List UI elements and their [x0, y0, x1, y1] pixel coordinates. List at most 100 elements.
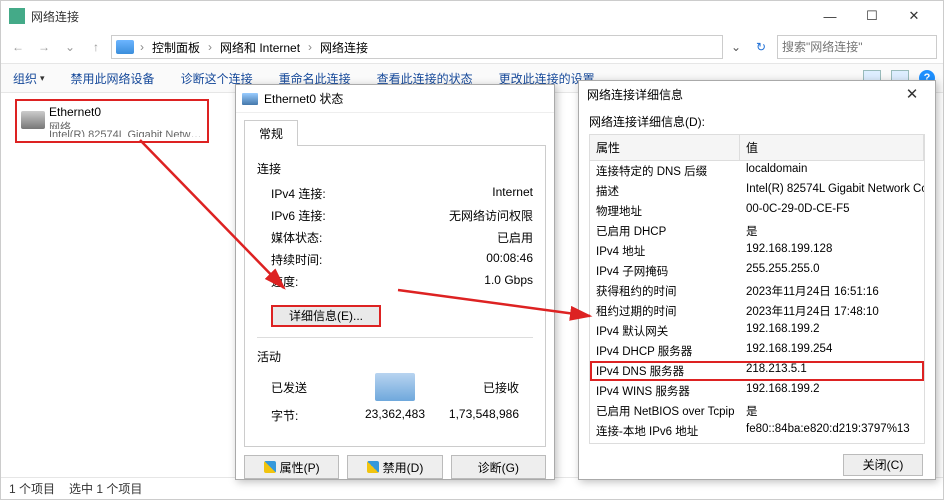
connection-section-label: 连接: [257, 160, 533, 177]
prop-cell: IPv6 默认网关: [590, 441, 740, 444]
activity-section-label: 活动: [257, 348, 533, 365]
val-cell: 192.168.199.2: [740, 381, 924, 401]
prop-cell: 连接-本地 IPv6 地址: [590, 421, 740, 441]
item-count: 1 个项目: [9, 480, 55, 497]
app-icon: [9, 8, 25, 24]
nav-dropdown[interactable]: ⌄: [59, 36, 81, 58]
val-cell: 218.213.5.1: [740, 361, 924, 381]
shield-icon: [367, 461, 379, 473]
table-row[interactable]: 连接特定的 DNS 后缀localdomain: [590, 161, 924, 181]
disable-button[interactable]: 禁用(D): [347, 455, 442, 479]
val-cell: 是: [740, 221, 924, 241]
recv-label: 已接收: [483, 379, 519, 396]
details-close-button[interactable]: ✕: [897, 85, 927, 103]
location-icon: [116, 40, 134, 54]
search-box[interactable]: [777, 35, 937, 59]
val-cell: 2023年11月24日 17:48:10: [740, 301, 924, 321]
minimize-button[interactable]: —: [809, 2, 851, 30]
details-button[interactable]: 详细信息(E)...: [271, 305, 381, 327]
close-button[interactable]: ✕: [893, 2, 935, 30]
val-cell: [740, 441, 924, 444]
nav-back[interactable]: ←: [7, 36, 29, 58]
val-cell: Intel(R) 82574L Gigabit Network Connect: [740, 181, 924, 201]
details-sublabel: 网络连接详细信息(D):: [579, 107, 935, 132]
prop-cell: IPv4 地址: [590, 241, 740, 261]
prop-cell: 获得租约的时间: [590, 281, 740, 301]
diagnose-button[interactable]: 诊断(G): [451, 455, 546, 479]
prop-cell: 物理地址: [590, 201, 740, 221]
sent-label: 已发送: [271, 379, 307, 396]
col-property[interactable]: 属性: [590, 135, 740, 160]
prop-cell: 连接特定的 DNS 后缀: [590, 161, 740, 181]
val-cell: 00-0C-29-0D-CE-F5: [740, 201, 924, 221]
adapter-icon: [21, 111, 45, 129]
table-row[interactable]: IPv4 WINS 服务器192.168.199.2: [590, 381, 924, 401]
val-cell: 192.168.199.254: [740, 341, 924, 361]
table-row[interactable]: 已启用 NetBIOS over Tcpip是: [590, 401, 924, 421]
status-title-text: Ethernet0 状态: [264, 90, 343, 107]
nav-up[interactable]: ↑: [85, 36, 107, 58]
breadcrumbs[interactable]: › 控制面板 › 网络和 Internet › 网络连接: [111, 35, 723, 59]
table-row[interactable]: 描述Intel(R) 82574L Gigabit Network Connec…: [590, 181, 924, 201]
status-dialog: Ethernet0 状态 常规 连接 IPv4 连接:Internet IPv6…: [235, 84, 555, 480]
bytes-sent: 23,362,483: [365, 407, 425, 424]
prop-cell: IPv4 DNS 服务器: [590, 361, 740, 381]
details-title-text: 网络连接详细信息: [587, 86, 683, 103]
details-close-btn[interactable]: 关闭(C): [843, 454, 923, 476]
prop-cell: IPv4 DHCP 服务器: [590, 341, 740, 361]
table-row[interactable]: 物理地址00-0C-29-0D-CE-F5: [590, 201, 924, 221]
bytes-recv: 1,73,548,986: [425, 407, 519, 424]
prop-cell: IPv4 默认网关: [590, 321, 740, 341]
status-body: 连接 IPv4 连接:Internet IPv6 连接:无网络访问权限 媒体状态…: [244, 145, 546, 447]
selection-count: 选中 1 个项目: [69, 480, 142, 497]
window-title: 网络连接: [31, 8, 809, 25]
properties-button[interactable]: 属性(P): [244, 455, 339, 479]
val-cell: 192.168.199.128: [740, 241, 924, 261]
prop-cell: 已启用 DHCP: [590, 221, 740, 241]
adapter-item[interactable]: Ethernet0 网络 Intel(R) 82574L Gigabit Net…: [15, 99, 209, 143]
val-cell: 192.168.199.2: [740, 321, 924, 341]
adapter-mini-icon: [242, 93, 258, 105]
prop-cell: IPv4 子网掩码: [590, 261, 740, 281]
table-row[interactable]: IPv4 DNS 服务器218.213.5.1: [590, 361, 924, 381]
table-row[interactable]: IPv4 地址192.168.199.128: [590, 241, 924, 261]
val-cell: fe80::84ba:e820:d219:3797%13: [740, 421, 924, 441]
search-input[interactable]: [782, 40, 937, 54]
bytes-label: 字节:: [271, 407, 365, 424]
table-row[interactable]: 租约过期的时间2023年11月24日 17:48:10: [590, 301, 924, 321]
details-dialog-title[interactable]: 网络连接详细信息 ✕: [579, 81, 935, 107]
disable-device[interactable]: 禁用此网络设备: [67, 68, 159, 89]
table-row[interactable]: IPv4 DHCP 服务器192.168.199.254: [590, 341, 924, 361]
adapter-device: Intel(R) 82574L Gigabit Netwo...: [49, 129, 203, 137]
activity-icon: [375, 373, 415, 401]
val-cell: 255.255.255.0: [740, 261, 924, 281]
val-cell: localdomain: [740, 161, 924, 181]
table-row[interactable]: IPv4 子网掩码255.255.255.0: [590, 261, 924, 281]
breadcrumb-item[interactable]: 网络和 Internet: [218, 39, 302, 56]
tab-general[interactable]: 常规: [244, 120, 298, 146]
details-table: 属性 值 连接特定的 DNS 后缀localdomain描述Intel(R) 8…: [589, 134, 925, 444]
val-cell: 2023年11月24日 16:51:16: [740, 281, 924, 301]
table-row[interactable]: 已启用 DHCP是: [590, 221, 924, 241]
organize-menu[interactable]: 组织: [9, 68, 49, 89]
status-dialog-title[interactable]: Ethernet0 状态: [236, 85, 554, 113]
table-row[interactable]: IPv4 默认网关192.168.199.2: [590, 321, 924, 341]
val-cell: 是: [740, 401, 924, 421]
prop-cell: IPv4 WINS 服务器: [590, 381, 740, 401]
breadcrumb-item[interactable]: 网络连接: [318, 39, 370, 56]
maximize-button[interactable]: ☐: [851, 2, 893, 30]
titlebar: 网络连接 — ☐ ✕: [1, 1, 943, 31]
adapter-name: Ethernet0: [49, 105, 203, 119]
table-row[interactable]: IPv6 默认网关: [590, 441, 924, 444]
details-dialog: 网络连接详细信息 ✕ 网络连接详细信息(D): 属性 值 连接特定的 DNS 后…: [578, 80, 936, 480]
nav-forward[interactable]: →: [33, 36, 55, 58]
col-value[interactable]: 值: [740, 135, 924, 160]
address-dropdown[interactable]: ⌄: [727, 40, 745, 54]
adapter-network: 网络: [49, 119, 203, 129]
shield-icon: [264, 461, 276, 473]
refresh-button[interactable]: ↻: [749, 40, 773, 54]
prop-cell: 描述: [590, 181, 740, 201]
table-row[interactable]: 获得租约的时间2023年11月24日 16:51:16: [590, 281, 924, 301]
table-row[interactable]: 连接-本地 IPv6 地址fe80::84ba:e820:d219:3797%1…: [590, 421, 924, 441]
breadcrumb-item[interactable]: 控制面板: [150, 39, 202, 56]
